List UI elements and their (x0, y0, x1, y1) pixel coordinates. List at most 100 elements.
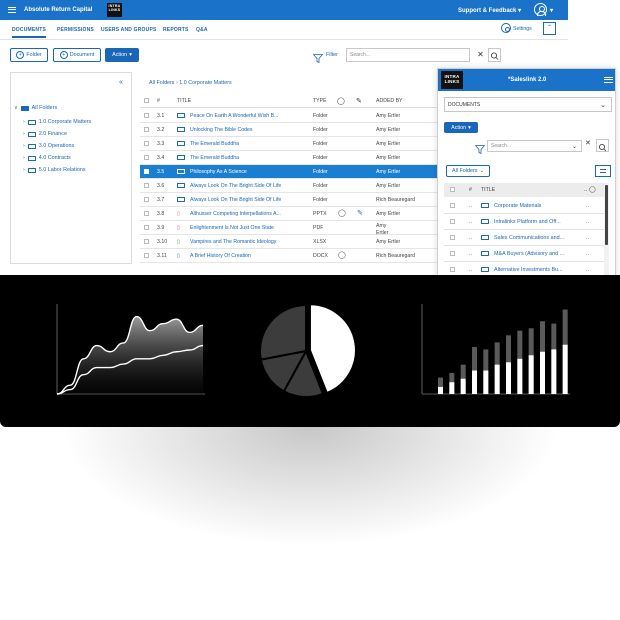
search-input[interactable]: Search... (346, 48, 470, 62)
row-title[interactable]: Philosophy As A Science (190, 169, 308, 175)
row-title[interactable]: Alternative Investments Bu... (494, 267, 580, 273)
row-title[interactable]: Peace On Earth A Wonderful Wish B... (190, 113, 308, 119)
version-icon[interactable]: ◯ (338, 251, 346, 259)
row-title[interactable]: Always Look On The Bright Side Of Life (190, 197, 308, 203)
row-checkbox[interactable] (144, 253, 149, 258)
row-checkbox[interactable] (450, 235, 455, 240)
tree-item-operations[interactable]: › 3.0 Operations (23, 143, 74, 149)
table-row[interactable]: 3.7 Always Look On The Bright Side Of Li… (140, 193, 440, 207)
row-title[interactable]: A Brief History Of Creation (190, 253, 308, 259)
list-view-icon[interactable] (595, 165, 611, 177)
chevron-down-icon[interactable]: ▾ (550, 7, 553, 14)
row-title[interactable]: Enlightenment Is Not Just One State (190, 225, 308, 231)
row-checkbox[interactable] (144, 127, 149, 132)
select-all-checkbox[interactable] (450, 187, 455, 192)
row-checkbox[interactable] (144, 113, 149, 118)
collapse-up-icon[interactable]: ⌃ (543, 22, 556, 35)
col-header-num[interactable]: # (157, 98, 160, 104)
col-header-added-by[interactable]: ADDED BY (376, 98, 403, 104)
tab-documents[interactable]: DOCUMENTS (12, 27, 47, 38)
support-feedback-menu[interactable]: Support & Feedback ▾ (458, 7, 521, 14)
list-item[interactable]: .. Intralinks Platform and Off... .. (444, 214, 604, 230)
row-checkbox[interactable] (144, 155, 149, 160)
row-title[interactable]: Vampires and The Romantic Ideology (190, 239, 308, 245)
row-title[interactable]: M&A Buyers (Advisory and ... (494, 251, 580, 257)
filter-label[interactable]: Filter (326, 52, 338, 58)
table-row[interactable]: 3.9 ▯ Enlightenment Is Not Just One Stat… (140, 221, 440, 236)
breadcrumb[interactable]: All Folders › 1.0 Corporate Matters (149, 80, 232, 86)
table-row[interactable]: 3.3 The Emerald Buddha Folder Amy Ertler (140, 137, 440, 151)
menu-icon[interactable] (604, 75, 613, 84)
table-row-selected[interactable]: 3.5 Philosophy As A Science Folder Amy E… (140, 165, 440, 179)
search-icon[interactable] (488, 48, 501, 62)
more-menu[interactable]: .. (586, 219, 589, 225)
gear-icon[interactable] (501, 23, 511, 33)
row-checkbox[interactable] (450, 251, 455, 256)
table-row[interactable]: 3.6 Always Look On The Bright Side Of Li… (140, 179, 440, 193)
row-checkbox[interactable] (144, 183, 149, 188)
search-icon[interactable] (596, 139, 609, 152)
all-folders-dropdown[interactable]: All Folders ⌄ (446, 165, 490, 177)
row-title[interactable]: Intralinks Platform and Off... (494, 219, 580, 225)
tree-item-all-folders[interactable]: ∨ All Folders (14, 105, 57, 111)
tree-item-labor-relations[interactable]: › 5.0 Labor Relations (23, 167, 86, 173)
tree-item-contracts[interactable]: › 4.0 Contracts (23, 155, 71, 161)
filter-icon[interactable] (474, 141, 486, 155)
col-header-title[interactable]: TITLE (177, 98, 191, 104)
row-title[interactable]: Unlocking The Bible Codes (190, 127, 308, 133)
select-all-checkbox[interactable] (144, 98, 149, 103)
collapse-panel-icon[interactable]: « (119, 79, 123, 86)
list-item[interactable]: .. M&A Buyers (Advisory and ... .. (444, 246, 604, 262)
row-title[interactable]: The Emerald Buddha (190, 155, 308, 161)
user-avatar-icon[interactable] (534, 3, 547, 16)
row-checkbox-checked[interactable] (144, 169, 149, 174)
table-row[interactable]: 3.8 ▯ Althusser Competing Interpellation… (140, 207, 440, 221)
tab-reports[interactable]: REPORTS (163, 27, 189, 33)
tab-qa[interactable]: Q&A (196, 27, 208, 33)
edit-icon[interactable]: ✎ (356, 97, 362, 105)
menu-icon[interactable] (8, 5, 16, 14)
saleslink-action-button[interactable]: Action ▾ (444, 122, 478, 133)
table-row[interactable]: 3.11 ▯ A Brief History Of Creation DOCX … (140, 249, 440, 263)
row-checkbox[interactable] (450, 219, 455, 224)
filter-icon[interactable] (312, 50, 324, 64)
more-menu[interactable]: .. (586, 267, 589, 273)
version-icon[interactable]: .. ◯ (584, 186, 596, 193)
row-title[interactable]: Always Look On The Bright Side Of Life (190, 183, 308, 189)
row-checkbox[interactable] (144, 141, 149, 146)
settings-link[interactable]: Settings (513, 26, 532, 32)
table-row[interactable]: 3.1 Peace On Earth A Wonderful Wish B...… (140, 109, 440, 123)
col-header-title[interactable]: TITLE (481, 187, 495, 193)
add-document-button[interactable]: + Document (53, 48, 101, 62)
col-header-num[interactable]: # (469, 187, 472, 193)
row-checkbox[interactable] (144, 197, 149, 202)
more-menu[interactable]: .. (586, 203, 589, 209)
action-button[interactable]: Action ▾ (105, 48, 139, 62)
tree-item-corporate-matters[interactable]: › 1.0 Corporate Matters (23, 119, 91, 125)
row-checkbox[interactable] (144, 239, 149, 244)
row-checkbox[interactable] (144, 211, 149, 216)
version-icon[interactable]: ◯ (338, 209, 346, 217)
list-item[interactable]: .. Corporate Materials .. (444, 198, 604, 214)
tab-users-and-groups[interactable]: USERS AND GROUPS (101, 27, 157, 33)
row-title[interactable]: The Emerald Buddha (190, 141, 308, 147)
add-folder-button[interactable]: + Folder (10, 48, 48, 62)
documents-dropdown[interactable]: DOCUMENTS ⌄ (444, 97, 612, 112)
row-checkbox[interactable] (450, 267, 455, 272)
more-menu[interactable]: .. (586, 235, 589, 241)
clear-icon[interactable]: ✕ (474, 48, 487, 62)
list-item[interactable]: .. Sales Communications and... .. (444, 230, 604, 246)
row-checkbox[interactable] (450, 203, 455, 208)
version-icon[interactable]: ◯ (337, 97, 345, 105)
tab-permissions[interactable]: PERMISSIONS (57, 27, 94, 33)
row-title[interactable]: Sales Communications and... (494, 235, 580, 241)
col-header-type[interactable]: TYPE (313, 98, 327, 104)
more-menu[interactable]: .. (586, 251, 589, 257)
clear-icon[interactable]: ✕ (585, 139, 591, 147)
row-checkbox[interactable] (144, 225, 149, 230)
row-title[interactable]: Althusser Competing Interpellations A... (190, 211, 308, 217)
tree-item-finance[interactable]: › 2.0 Finance (23, 131, 67, 137)
scrollbar[interactable] (604, 183, 609, 277)
edit-icon[interactable]: ✎ (357, 209, 363, 217)
row-title[interactable]: Corporate Materials (494, 203, 580, 209)
